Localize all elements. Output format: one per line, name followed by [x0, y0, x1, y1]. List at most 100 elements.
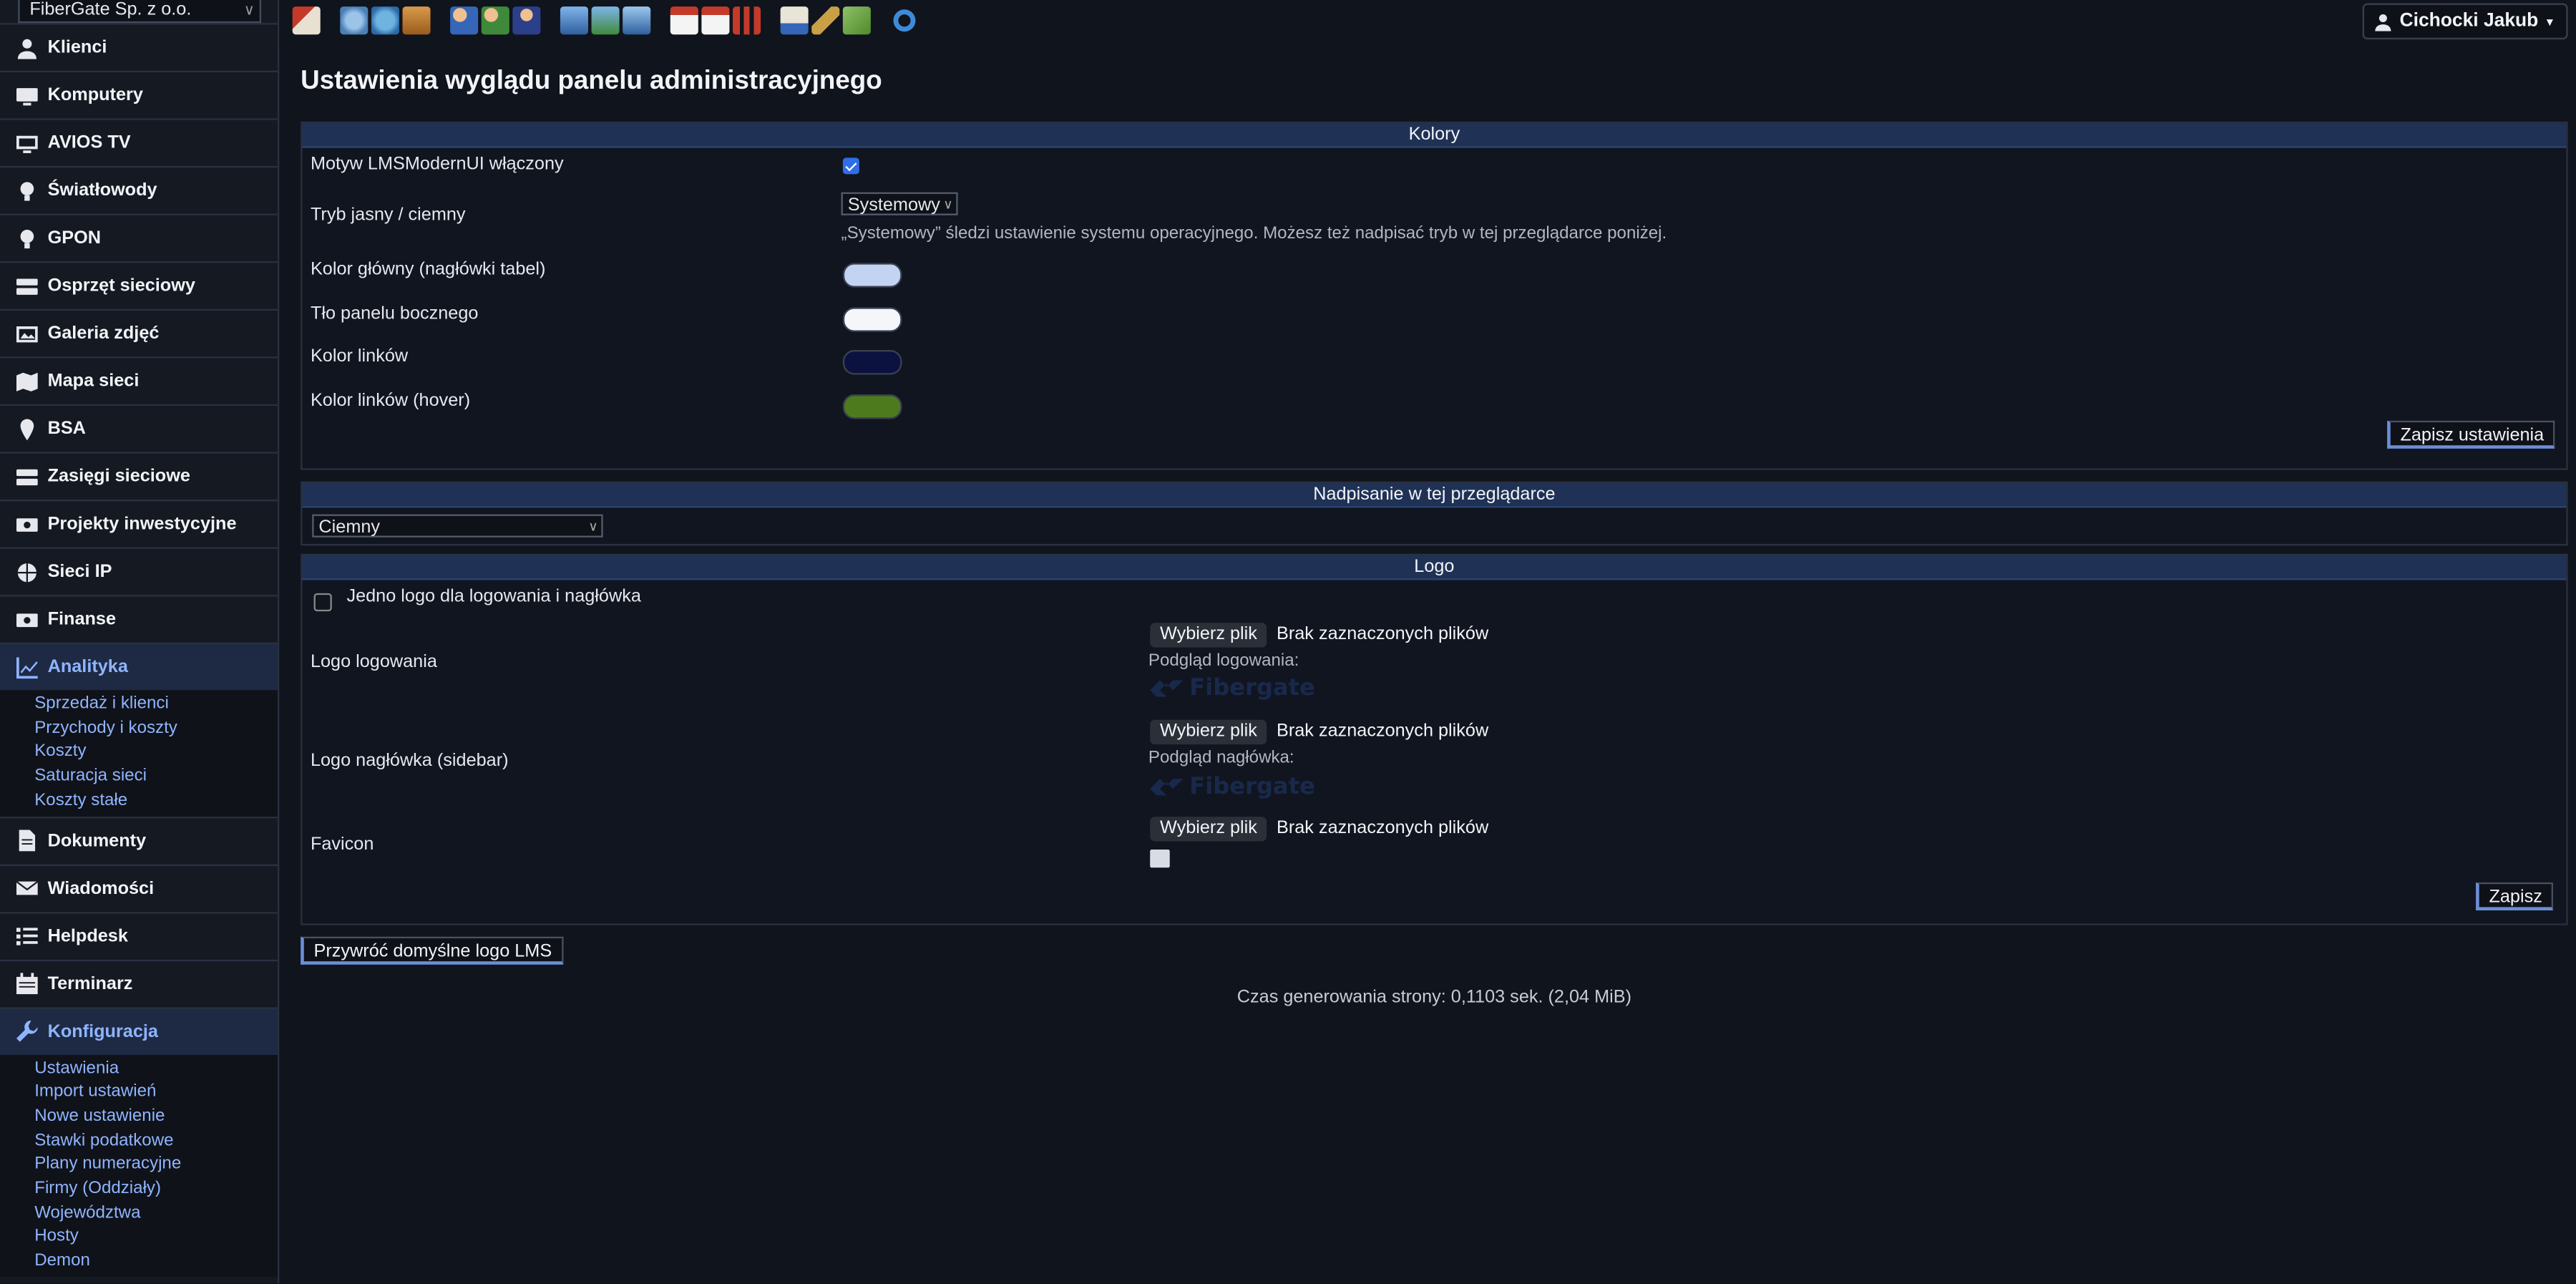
company-select[interactable]: FiberGate Sp. z o.o. ∨: [18, 0, 262, 24]
map-icon[interactable]: [371, 6, 399, 35]
sidebar-item-bsa[interactable]: BSA: [0, 404, 278, 452]
sidebar-item-finanse[interactable]: Finanse: [0, 595, 278, 643]
customers-icon[interactable]: [340, 6, 369, 35]
submenu-link[interactable]: Województwa: [34, 1201, 278, 1225]
primary-color-label: Kolor główny (nagłówki tabel): [310, 259, 546, 280]
single-logo-checkbox[interactable]: [313, 593, 332, 612]
box-icon[interactable]: [402, 6, 431, 35]
header-logo-preview: Fibergate: [1150, 774, 1315, 800]
chevron-down-icon: ∨: [588, 519, 598, 535]
tools-icon[interactable]: [811, 6, 840, 35]
invoice-icon[interactable]: [780, 6, 809, 35]
bulb-icon: [15, 179, 38, 202]
mode-select-value: Systemowy: [847, 195, 940, 215]
submenu-link[interactable]: Demon: [34, 1249, 278, 1273]
add-computer-icon[interactable]: [591, 6, 620, 35]
override-panel: Nadpisanie w tej przeglądarce Ciemny ∨: [301, 481, 2568, 546]
user-menu-button[interactable]: Cichocki Jakub ▾: [2361, 3, 2568, 40]
submenu-link[interactable]: Koszty stałe: [34, 789, 278, 813]
theme-enabled-checkbox[interactable]: [842, 157, 859, 175]
check-icon: [845, 162, 857, 172]
sidebar-item-osprzęt-sieciowy[interactable]: Osprzęt sieciowy: [0, 261, 278, 309]
pin-icon: [15, 417, 38, 440]
monitor-icon[interactable]: [623, 6, 651, 35]
sidebar-item-label: Klienci: [47, 37, 107, 58]
submenu-link[interactable]: Saturacja sieci: [34, 764, 278, 789]
sidebar-item-avios-tv[interactable]: AVIOS TV: [0, 118, 278, 166]
sidebar-item-analityka[interactable]: Analityka: [0, 642, 278, 691]
sidebar-nav: Klienci Komputery AVIOS TV Światłowody GPON O…: [0, 23, 278, 1277]
money-icon: [15, 608, 38, 631]
stats-icon[interactable]: [733, 6, 761, 35]
sidebar-item-wiadomości[interactable]: Wiadomości: [0, 863, 278, 912]
sidebar-item-terminarz[interactable]: Terminarz: [0, 958, 278, 1007]
sidebar-item-sieci-ip[interactable]: Sieci IP: [0, 547, 278, 595]
sidebar-item-label: Projekty inwestycyjne: [47, 514, 237, 535]
submenu-link[interactable]: Nowe ustawienie: [34, 1104, 278, 1129]
sidebar-item-zasięgi-sieciowe[interactable]: Zasięgi sieciowe: [0, 452, 278, 500]
submenu-link[interactable]: Ustawienia: [34, 1056, 278, 1080]
mode-hint: „Systemowy” śledzi ustawienie systemu op…: [841, 223, 1667, 243]
sidebar-item-komputery[interactable]: Komputery: [0, 70, 278, 119]
submenu-link[interactable]: Plany numeracyjne: [34, 1152, 278, 1177]
sidebar-item-klienci[interactable]: Klienci: [0, 23, 278, 71]
mode-select[interactable]: Systemowy ∨: [841, 192, 958, 215]
calendar-icon: [15, 972, 38, 995]
page-title: Ustawienia wyglądu panelu administracyjn…: [301, 67, 882, 96]
chevron-down-icon: ∨: [943, 197, 953, 213]
computers-icon[interactable]: [560, 6, 588, 35]
monitor-icon: [15, 84, 38, 107]
calendar-16-icon[interactable]: [701, 6, 730, 35]
primary-color-picker[interactable]: [842, 263, 902, 288]
login-logo-file-status: Brak zaznaczonych plików: [1276, 624, 1489, 645]
calendar-10-icon[interactable]: [670, 6, 698, 35]
sidebar-item-label: BSA: [47, 419, 86, 439]
submenu-link[interactable]: Przychody i koszty: [34, 716, 278, 740]
add-user-icon[interactable]: [481, 6, 509, 35]
sidebar-item-dokumenty[interactable]: Dokumenty: [0, 815, 278, 864]
map-icon: [15, 370, 38, 393]
restore-default-logo-button[interactable]: Przywróć domyślne logo LMS: [301, 936, 564, 965]
sidebar-item-konfiguracja[interactable]: Konfiguracja: [0, 1006, 278, 1054]
sidebar-item-światłowody[interactable]: Światłowody: [0, 165, 278, 214]
fibergate-logo-icon: [1150, 680, 1184, 697]
sidebar-item-label: GPON: [47, 228, 101, 248]
header-logo-file-button[interactable]: Wybierz plik: [1150, 719, 1267, 745]
link-color-picker[interactable]: [842, 350, 902, 375]
sidebar-item-gpon[interactable]: GPON: [0, 213, 278, 261]
header-logo-brand: Fibergate: [1189, 774, 1315, 801]
submenu-analityka: Sprzedaż i klienci Przychody i koszty Kosz…: [0, 690, 278, 816]
user-icon: [15, 37, 38, 59]
users-icon[interactable]: [450, 6, 479, 35]
save-logo-button[interactable]: Zapisz: [2476, 882, 2554, 910]
main-content: Ustawienia wyglądu panelu administracyjn…: [301, 46, 2568, 965]
submenu-link[interactable]: Koszty: [34, 740, 278, 764]
sidebar-item-label: Światłowody: [47, 180, 157, 201]
sidebar-item-helpdesk[interactable]: Helpdesk: [0, 911, 278, 959]
fibergate-logo-icon: [1150, 779, 1184, 796]
mode-label: Tryb jasny / ciemny: [310, 205, 466, 225]
sidebar-item-mapa-sieci[interactable]: Mapa sieci: [0, 356, 278, 404]
user-admin-icon[interactable]: [512, 6, 541, 35]
refresh-icon[interactable]: [890, 6, 919, 35]
sidebar-item-galeria-zdjęć[interactable]: Galeria zdjęć: [0, 308, 278, 357]
user-name: Cichocki Jakub: [2399, 11, 2539, 31]
money-icon[interactable]: [842, 6, 871, 35]
home-icon[interactable]: [292, 6, 321, 35]
submenu-link[interactable]: Firmy (Oddziały): [34, 1177, 278, 1201]
sidebar-item-projekty-inwestycyjne[interactable]: Projekty inwestycyjne: [0, 499, 278, 548]
submenu-link[interactable]: Import ustawień: [34, 1080, 278, 1104]
favicon-file-button[interactable]: Wybierz plik: [1150, 817, 1267, 842]
server-icon: [15, 274, 38, 297]
login-logo-file-button[interactable]: Wybierz plik: [1150, 623, 1267, 648]
link-hover-color-picker[interactable]: [842, 394, 902, 419]
sidebar-item-label: Dokumenty: [47, 830, 147, 851]
sidebar-item-label: Helpdesk: [47, 925, 128, 946]
browser-mode-select[interactable]: Ciemny ∨: [312, 514, 603, 538]
submenu-link[interactable]: Sprzedaż i klienci: [34, 692, 278, 716]
submenu-link[interactable]: Stawki podatkowe: [34, 1128, 278, 1152]
sidebar-bg-color-picker[interactable]: [842, 307, 902, 332]
list-icon: [15, 925, 38, 948]
save-settings-button[interactable]: Zapisz ustawienia: [2387, 420, 2556, 449]
submenu-link[interactable]: Hosty: [34, 1225, 278, 1250]
